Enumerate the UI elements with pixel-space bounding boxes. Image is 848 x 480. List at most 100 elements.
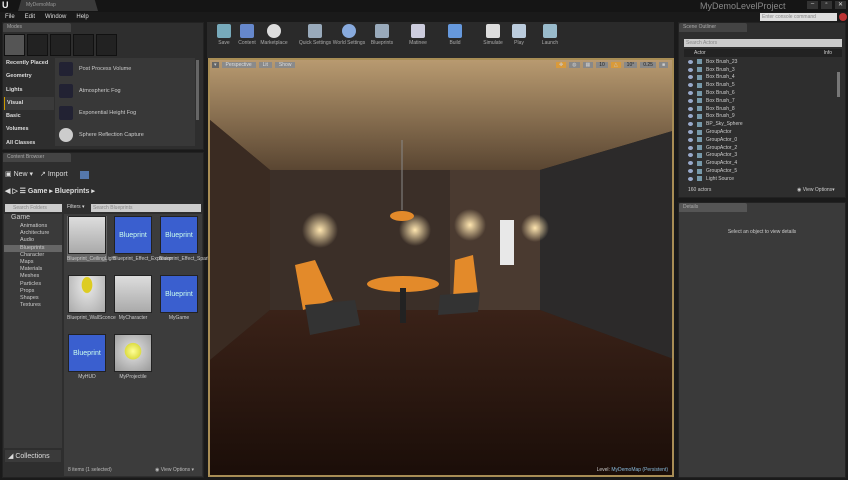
folder-item[interactable]: Maps	[4, 259, 62, 266]
new-button[interactable]: ▣ New ▾	[5, 170, 33, 178]
toolbar-launch-button[interactable]: Launch	[535, 24, 565, 46]
scene-outliner-tab[interactable]: Scene Outliner	[679, 23, 747, 32]
paint-mode-icon[interactable]	[27, 34, 48, 56]
place-mode-icon[interactable]	[4, 34, 25, 56]
actor-row[interactable]: BP_Sky_Sphere	[680, 120, 835, 128]
actor-row[interactable]: Box Brush_23	[680, 58, 835, 66]
visibility-eye-icon[interactable]	[688, 176, 693, 181]
folder-item[interactable]: Meshes	[4, 273, 62, 280]
folder-item[interactable]: Materials	[4, 266, 62, 273]
scale-size[interactable]: 0.25	[640, 62, 656, 68]
toolbar-content-button[interactable]: Content	[232, 24, 262, 46]
folder-item[interactable]: Character	[4, 252, 62, 259]
geometry-mode-icon[interactable]	[96, 34, 117, 56]
folder-item[interactable]: Animations	[4, 223, 62, 230]
content-browser-tab[interactable]: Content Browser	[3, 153, 71, 162]
folder-item[interactable]: Textures	[4, 302, 62, 309]
surface-snap-icon[interactable]: ◍	[569, 62, 580, 68]
visibility-eye-icon[interactable]	[688, 130, 693, 135]
outliner-view-options[interactable]: ◉ View Options▾	[797, 187, 835, 193]
visibility-eye-icon[interactable]	[688, 106, 693, 111]
visibility-eye-icon[interactable]	[688, 169, 693, 174]
show-button[interactable]: Show	[274, 62, 296, 68]
asset-tile[interactable]: Blueprint MyGame	[159, 275, 199, 321]
visibility-eye-icon[interactable]	[688, 75, 693, 80]
visibility-eye-icon[interactable]	[688, 67, 693, 72]
toolbar-world-settings-button[interactable]: World Settings	[329, 24, 369, 46]
visibility-eye-icon[interactable]	[688, 153, 693, 158]
asset-tile[interactable]: MyCharacter	[113, 275, 153, 321]
filters-button[interactable]: Filters ▾	[67, 204, 85, 210]
save-all-icon[interactable]	[80, 171, 89, 179]
visibility-eye-icon[interactable]	[688, 122, 693, 127]
asset-tile[interactable]: Blueprint_WallSconce	[67, 275, 116, 321]
actor-row[interactable]: Light Source	[680, 175, 835, 183]
view-options-button[interactable]: ◉ View Options ▾	[155, 467, 194, 473]
category-all-classes[interactable]: All Classes	[4, 137, 54, 150]
close-button[interactable]: ✕	[835, 1, 846, 9]
visibility-eye-icon[interactable]	[688, 98, 693, 103]
actor-row[interactable]: GroupActor	[680, 128, 835, 136]
asset-search-input[interactable]: Search Blueprints	[91, 204, 201, 212]
folder-item[interactable]: Game	[4, 214, 62, 223]
level-viewport[interactable]: ▾ Perspective Lit Show ✥ ◍ ▦ 10 △ 10° 0.…	[208, 58, 674, 477]
actor-row[interactable]: Box Brush_5	[680, 81, 835, 89]
collections-header[interactable]: ◢ Collections	[5, 450, 61, 462]
actor-row[interactable]: Box Brush_7	[680, 97, 835, 105]
toolbar-marketplace-button[interactable]: Marketplace	[259, 24, 289, 46]
perspective-button[interactable]: Perspective	[221, 62, 256, 68]
asset-tile[interactable]: Blueprint_CeilingLight	[67, 216, 116, 262]
foliage-mode-icon[interactable]	[73, 34, 94, 56]
minimize-button[interactable]: –	[807, 1, 818, 9]
folder-search-input[interactable]: Search Folders	[5, 204, 62, 212]
asset-tile[interactable]: Blueprint Blueprint_Effect_Sparks	[159, 216, 213, 262]
menu-help[interactable]: Help	[76, 14, 88, 20]
visibility-eye-icon[interactable]	[688, 145, 693, 150]
actor-row[interactable]: GroupActor_0	[680, 136, 835, 144]
visibility-eye-icon[interactable]	[688, 83, 693, 88]
toolbar-build-button[interactable]: Build	[440, 24, 470, 46]
breadcrumb-blueprints[interactable]: Blueprints	[55, 188, 90, 195]
actor-row[interactable]: Box Brush_4	[680, 74, 835, 82]
actor-row[interactable]: Box Brush_3	[680, 66, 835, 74]
menu-file[interactable]: File	[5, 14, 15, 20]
modes-tab[interactable]: Modes	[3, 23, 71, 32]
translate-icon[interactable]: ✥	[555, 62, 567, 68]
import-button[interactable]: ↗ Import	[40, 170, 68, 178]
folder-item[interactable]: Props	[4, 288, 62, 295]
actor-row[interactable]: Box Brush_6	[680, 89, 835, 97]
folder-item[interactable]: Architecture	[4, 230, 62, 237]
actor-row[interactable]: GroupActor_3	[680, 152, 835, 160]
lit-button[interactable]: Lit	[258, 62, 272, 68]
modes-scrollbar[interactable]	[196, 60, 199, 120]
toolbar-play-button[interactable]: Play	[504, 24, 534, 46]
asset-tile[interactable]: MyProjectile	[113, 334, 153, 380]
details-tab[interactable]: Details	[679, 203, 747, 212]
visibility-eye-icon[interactable]	[688, 161, 693, 166]
folder-item[interactable]: Particles	[4, 281, 62, 288]
menu-window[interactable]: Window	[45, 14, 66, 20]
back-icon[interactable]: ◀	[5, 188, 10, 195]
landscape-mode-icon[interactable]	[50, 34, 71, 56]
visibility-eye-icon[interactable]	[688, 91, 693, 96]
asset-tile[interactable]: Blueprint MyHUD	[67, 334, 107, 380]
toolbar-matinee-button[interactable]: Matinee	[403, 24, 433, 46]
level-tab[interactable]: MyDemoMap	[18, 0, 98, 11]
place-item[interactable]: Atmospheric Fog	[55, 80, 195, 102]
actor-row[interactable]: GroupActor_5	[680, 167, 835, 175]
place-item[interactable]: Post Process Volume	[55, 58, 195, 80]
camera-speed-icon[interactable]: ■	[658, 62, 668, 68]
maximize-button[interactable]: ▫	[821, 1, 832, 9]
category-geometry[interactable]: Geometry	[4, 70, 54, 83]
asset-tile[interactable]: Blueprint Blueprint_Effect_Explosion	[113, 216, 173, 262]
actor-search-input[interactable]: Search Actors	[684, 39, 842, 47]
folder-item[interactable]: Audio	[4, 237, 62, 244]
toolbar-blueprints-button[interactable]: Blueprints	[367, 24, 397, 46]
rotation-snap-icon[interactable]: △	[610, 62, 621, 68]
category-volumes[interactable]: Volumes	[4, 123, 54, 136]
folder-item[interactable]: Shapes	[4, 295, 62, 302]
folder-item[interactable]: Blueprints	[4, 244, 62, 252]
viewport-menu-button[interactable]: ▾	[212, 62, 219, 68]
actor-column[interactable]: Actor	[694, 50, 706, 56]
actor-row[interactable]: GroupActor_4	[680, 159, 835, 167]
